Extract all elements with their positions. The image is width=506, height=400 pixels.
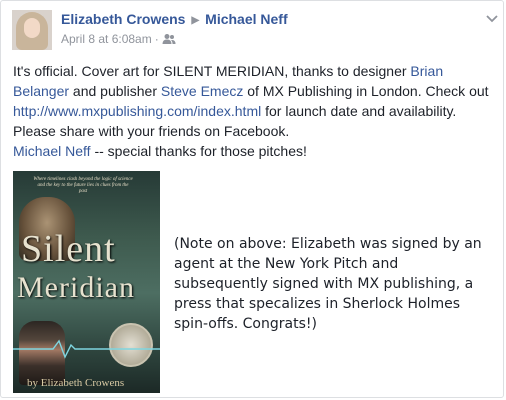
post-timestamp[interactable]: April 8 at 6:08am (61, 32, 152, 46)
post-text-part: -- special thanks for those pitches! (90, 143, 307, 159)
meta-separator: · (154, 32, 159, 46)
post-meta: April 8 at 6:08am · (61, 32, 176, 48)
post-text-part: and publisher (69, 83, 161, 99)
post-card: Elizabeth Crowens ▶ Michael Neff April 8 a… (0, 0, 504, 398)
annotation-note: (Note on above: Elizabeth was signed by … (174, 236, 482, 332)
publisher-link[interactable]: Steve Emecz (161, 83, 243, 99)
author-avatar[interactable] (12, 10, 52, 50)
author-name-link[interactable]: Elizabeth Crowens (61, 11, 185, 27)
post-body: It's official. Cover art for SILENT MERI… (13, 61, 497, 141)
post-header: Elizabeth Crowens ▶ Michael Neff (61, 11, 288, 27)
cover-pulse-line (13, 339, 160, 359)
arrow-icon: ▶ (191, 15, 200, 26)
cover-blurb: Where timelines clash beyond the logic o… (33, 177, 133, 194)
chevron-down-icon[interactable] (485, 11, 499, 29)
cover-title-line2: Meridian (17, 271, 135, 304)
post-text-part: of MX Publishing in London. Check out (243, 83, 489, 99)
post-text-part: It's official. Cover art for SILENT MERI… (13, 63, 411, 79)
friends-icon[interactable] (162, 33, 176, 48)
post-body-thanks: Michael Neff -- special thanks for those… (13, 141, 307, 161)
website-link[interactable]: http://www.mxpublishing.com/index.html (13, 103, 261, 119)
cover-author: by Elizabeth Crowens (27, 377, 125, 389)
mention-link[interactable]: Michael Neff (13, 143, 91, 159)
cover-title-line1: Silent (21, 228, 116, 270)
avatar-face (24, 18, 40, 38)
target-name-link[interactable]: Michael Neff (205, 11, 287, 27)
book-cover-image[interactable]: Where timelines clash beyond the logic o… (13, 171, 160, 393)
